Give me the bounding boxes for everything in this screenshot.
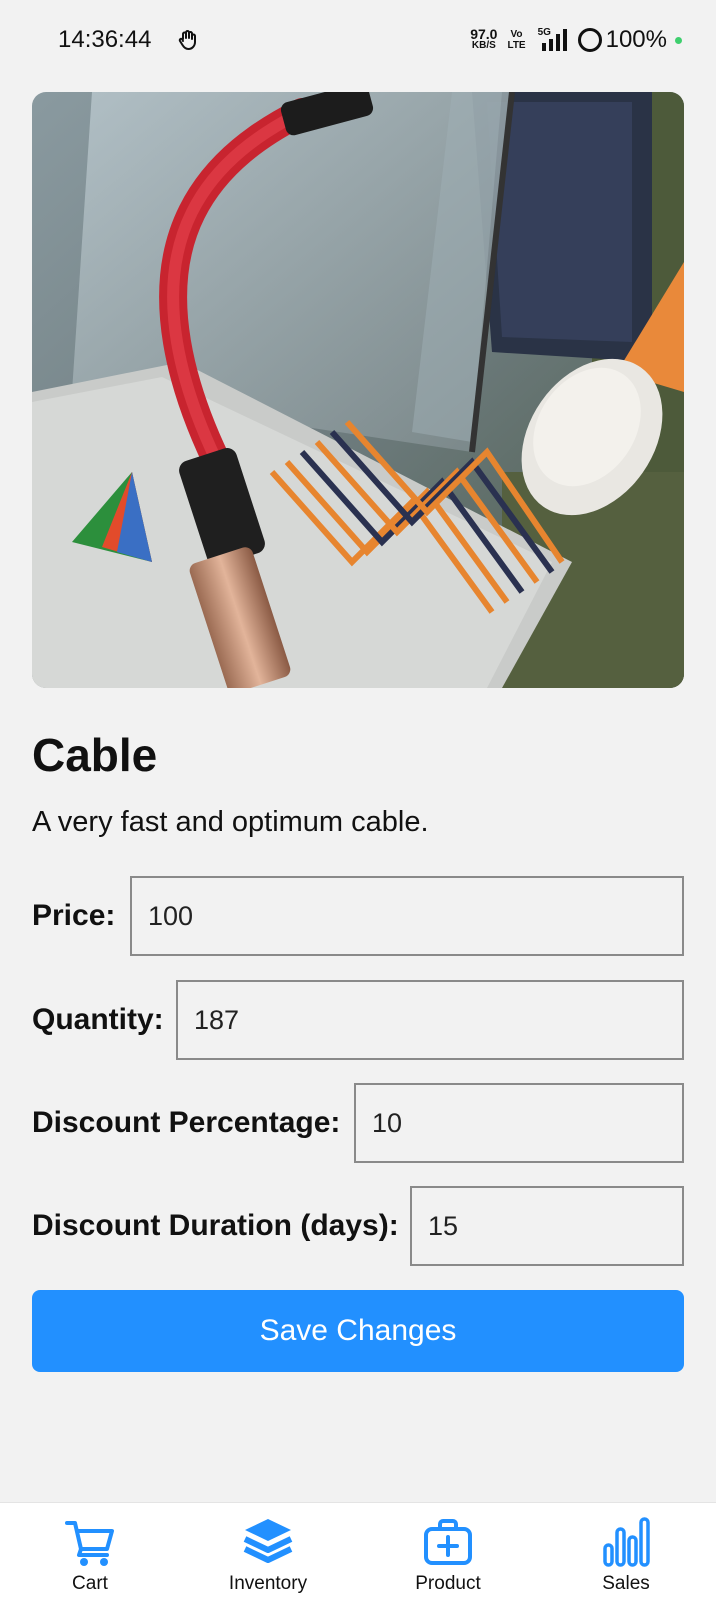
discount-duration-label: Discount Duration (days):: [32, 1209, 399, 1242]
privacy-dot-icon: [675, 36, 682, 44]
price-row: Price:: [32, 876, 684, 956]
discount-duration-input[interactable]: [410, 1186, 684, 1266]
network-speed: 97.0 KB/S: [470, 26, 498, 52]
battery-percentage: 100%: [605, 26, 667, 53]
product-title: Cable: [32, 729, 158, 781]
product-edit-screen: 14:36:44 97.0 KB/S Vo LTE 5G 100% Cable …: [0, 0, 716, 1600]
volte-bottom: LTE: [507, 40, 526, 51]
status-time: 14:36:44: [58, 26, 152, 53]
network-speed-unit: KB/S: [471, 40, 496, 51]
product-image: [32, 92, 684, 688]
bar-chart-icon: [599, 1515, 653, 1569]
quantity-label: Quantity:: [32, 1003, 164, 1036]
cart-icon: [63, 1515, 117, 1569]
quantity-input[interactable]: [176, 980, 684, 1060]
volte-indicator: Vo LTE: [507, 29, 525, 51]
network-type: 5G: [537, 27, 551, 38]
discount-percentage-label: Discount Percentage:: [32, 1106, 341, 1139]
network-speed-value: 97.0: [470, 26, 498, 42]
status-indicators: 97.0 KB/S Vo LTE 5G 100%: [470, 22, 682, 58]
discount-percentage-input[interactable]: [354, 1083, 684, 1163]
nav-label-cart: Cart: [72, 1573, 108, 1594]
nav-item-product[interactable]: Product: [378, 1503, 518, 1600]
discount-duration-row: Discount Duration (days):: [32, 1186, 684, 1266]
price-input[interactable]: [130, 876, 684, 956]
status-bar: 14:36:44 97.0 KB/S Vo LTE 5G 100%: [0, 0, 716, 82]
discount-percentage-row: Discount Percentage:: [32, 1083, 684, 1163]
medical-bag-icon: [421, 1515, 475, 1569]
nav-item-sales[interactable]: Sales: [556, 1503, 696, 1600]
product-photo: [32, 92, 684, 688]
save-changes-button[interactable]: Save Changes: [32, 1290, 684, 1372]
nav-item-inventory[interactable]: Inventory: [198, 1503, 338, 1600]
nav-item-cart[interactable]: Cart: [20, 1503, 160, 1600]
nav-label-product: Product: [415, 1573, 481, 1594]
volte-top: Vo: [510, 29, 523, 40]
quantity-row: Quantity:: [32, 980, 684, 1060]
signal-icon: 5G: [538, 27, 572, 53]
price-label: Price:: [32, 899, 116, 932]
nav-label-sales: Sales: [602, 1573, 650, 1594]
battery-icon: [577, 28, 602, 52]
hand-notification-icon: [176, 28, 200, 52]
product-description: A very fast and optimum cable.: [32, 806, 429, 838]
bottom-navigation: Cart Inventory Product Sales: [0, 1502, 716, 1600]
layers-icon: [241, 1515, 295, 1569]
nav-label-inventory: Inventory: [228, 1573, 308, 1594]
